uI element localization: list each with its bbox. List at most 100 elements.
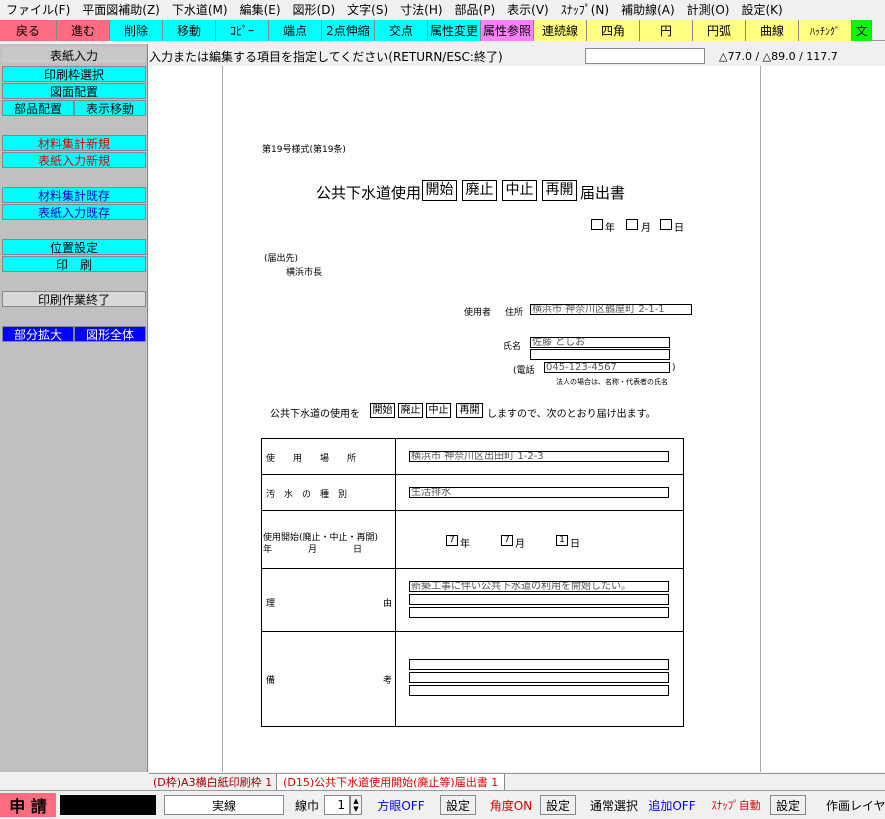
coordinate-readout: △77.0 / △89.0 / 117.7 — [719, 49, 838, 63]
address-field[interactable]: 横浜市 神奈川区鶴屋町 2-1-1 — [530, 304, 692, 315]
tel-field[interactable]: 045-123-4567 — [544, 362, 670, 373]
snap-setting-button[interactable]: 設定 — [770, 795, 806, 815]
menu-item[interactable]: 寸法(H) — [394, 0, 448, 20]
remarks-field-1[interactable] — [409, 659, 669, 670]
body-opt-resume[interactable]: 再開 — [456, 403, 483, 418]
menu-item[interactable]: 文字(S) — [341, 0, 394, 20]
remarks-field-2[interactable] — [409, 672, 669, 683]
menu-item[interactable]: 表示(V) — [501, 0, 555, 20]
reason-field-3[interactable] — [409, 607, 669, 618]
print-button[interactable]: 印 刷 — [2, 256, 146, 272]
menu-item[interactable]: 補助線(A) — [615, 0, 681, 20]
linewidth-input[interactable]: 1 — [324, 795, 350, 815]
print-end-button[interactable]: 印刷作業終了 — [2, 291, 146, 307]
toolbar-button[interactable]: ｺﾋﾟｰ — [216, 20, 269, 41]
opt-resume-box[interactable]: 再開 — [542, 180, 577, 201]
toolbar-button[interactable]: 曲線 — [746, 20, 799, 41]
opt-suspend-box[interactable]: 中止 — [502, 180, 537, 201]
toolbar-button[interactable]: 移動 — [163, 20, 216, 41]
drawing-layout-button[interactable]: 図面配置 — [2, 83, 146, 99]
name-field-2[interactable] — [530, 349, 670, 360]
stepper-up-icon[interactable]: ▲ — [353, 797, 358, 805]
date-day-label: 日 — [674, 223, 684, 234]
grid-toggle[interactable]: 方眼OFF — [370, 795, 432, 815]
layer-label[interactable]: 作画レイヤ — [814, 795, 885, 815]
toolbar-button[interactable]: 削除 — [110, 20, 163, 41]
toolbar-button[interactable]: 四角 — [587, 20, 640, 41]
prompt-bar: 入力または編集する項目を指定してください(RETURN/ESC:終了) △77.… — [149, 47, 885, 65]
body-opt-abolish[interactable]: 廃止 — [398, 403, 423, 418]
cover-new-button[interactable]: 表紙入力新規 — [2, 152, 146, 168]
reason-field-1[interactable]: 新築工事に伴い公共下水道の利用を開始したい。 — [409, 581, 669, 592]
linewidth-stepper[interactable]: ▲ ▼ — [350, 795, 362, 815]
toolbar-button[interactable]: 2点伸縮 — [322, 20, 375, 41]
toolbar-button[interactable]: 属性参照 — [481, 20, 534, 41]
menu-item[interactable]: ｽﾅｯﾌﾟ(N) — [555, 0, 615, 20]
menu-item[interactable]: 平面図補助(Z) — [76, 0, 166, 20]
toolbar-button[interactable]: 交点 — [375, 20, 428, 41]
paper-edge-left — [222, 66, 223, 772]
menu-item[interactable]: 編集(E) — [234, 0, 287, 20]
zoom-all-button[interactable]: 図形全体 — [74, 326, 146, 342]
menu-item[interactable]: 下水道(M) — [166, 0, 234, 20]
body-opt-start[interactable]: 開始 — [370, 403, 395, 418]
name-field[interactable]: 佐藤 としお — [530, 337, 670, 348]
opt-start-box[interactable]: 開始 — [422, 180, 457, 201]
menu-item[interactable]: 部品(P) — [449, 0, 502, 20]
position-setting-button[interactable]: 位置設定 — [2, 239, 146, 255]
date-year-label: 年 — [605, 223, 615, 234]
table-row-divider — [261, 631, 684, 632]
menu-item[interactable]: 図形(D) — [287, 0, 342, 20]
angle-setting-button[interactable]: 設定 — [540, 795, 576, 815]
linetype-select[interactable]: 実線 — [164, 795, 284, 815]
toolbar-button[interactable]: 円弧 — [693, 20, 746, 41]
toolbar-button[interactable]: ﾊｯﾁﾝｸﾞ — [799, 20, 852, 41]
prompt-input[interactable] — [585, 48, 705, 64]
toolbar: 戻る 進む 削除 移動 ｺﾋﾟｰ 端点 2点伸縮 交点 属性変更 属性参照 連続線 四角円円弧 曲線 ﾊｯ… — [0, 20, 885, 41]
date-year-box[interactable] — [591, 219, 603, 230]
opt-abolish-box[interactable]: 廃止 — [462, 180, 497, 201]
tab-document[interactable]: (D15)公共下水道使用開始(廃止等)届出書 1 — [277, 773, 506, 790]
add-toggle[interactable]: 追加OFF — [646, 795, 698, 815]
sewage-field[interactable]: 生活排水 — [409, 487, 669, 498]
location-field[interactable]: 横浜市 神奈川区出田町 1-2-3 — [409, 451, 669, 462]
toolbar-button[interactable]: 円 — [640, 20, 693, 41]
to-name: 横浜市長 — [286, 268, 323, 278]
tab-print-frame[interactable]: (D枠)A3横白紙印刷枠 1 — [149, 773, 278, 790]
start-year-field[interactable]: 7 — [446, 535, 458, 546]
row-remarks-label-a: 備 — [266, 676, 276, 686]
toolbar-button[interactable]: 文 — [852, 20, 872, 41]
date-month-box[interactable] — [626, 219, 638, 230]
table-col-divider — [395, 438, 396, 727]
menu-item[interactable]: 計測(O) — [681, 0, 736, 20]
parts-layout-button[interactable]: 部品配置 — [2, 100, 74, 116]
toolbar-button[interactable]: 属性変更 — [428, 20, 481, 41]
tel-close: ) — [672, 363, 676, 373]
to-label: (届出先) — [264, 254, 299, 264]
toolbar-button[interactable]: 端点 — [269, 20, 322, 41]
menu-item[interactable]: 設定(K) — [735, 0, 788, 20]
snap-auto-toggle[interactable]: ｽﾅｯﾌﾟ自動 — [704, 795, 768, 815]
doc-title-pre: 公共下水道使用 — [316, 184, 422, 202]
grid-setting-button[interactable]: 設定 — [440, 795, 476, 815]
body-opt-suspend[interactable]: 中止 — [426, 403, 451, 418]
toolbar-button[interactable]: 連続線 — [534, 20, 587, 41]
date-day-box[interactable] — [660, 219, 672, 230]
start-day-field[interactable]: 1 — [556, 535, 568, 546]
cover-existing-button[interactable]: 表紙入力既存 — [2, 204, 146, 220]
material-new-button[interactable]: 材料集計新規 — [2, 135, 146, 151]
start-month-field[interactable]: 7 — [501, 535, 513, 546]
reason-field-2[interactable] — [409, 594, 669, 605]
angle-toggle[interactable]: 角度ON — [486, 795, 536, 815]
toolbar-button[interactable]: 進む — [57, 20, 110, 41]
menu-item[interactable]: ファイル(F) — [0, 0, 76, 20]
stepper-down-icon[interactable]: ▼ — [353, 805, 358, 813]
print-frame-button[interactable]: 印刷枠選択 — [2, 66, 146, 82]
color-swatch[interactable] — [60, 795, 156, 815]
display-move-button[interactable]: 表示移動 — [74, 100, 146, 116]
toolbar-button[interactable]: 戻る — [0, 20, 57, 41]
remarks-field-3[interactable] — [409, 685, 669, 696]
zoom-part-button[interactable]: 部分拡大 — [2, 326, 74, 342]
select-mode[interactable]: 通常選択 — [584, 795, 644, 815]
material-existing-button[interactable]: 材料集計既存 — [2, 187, 146, 203]
